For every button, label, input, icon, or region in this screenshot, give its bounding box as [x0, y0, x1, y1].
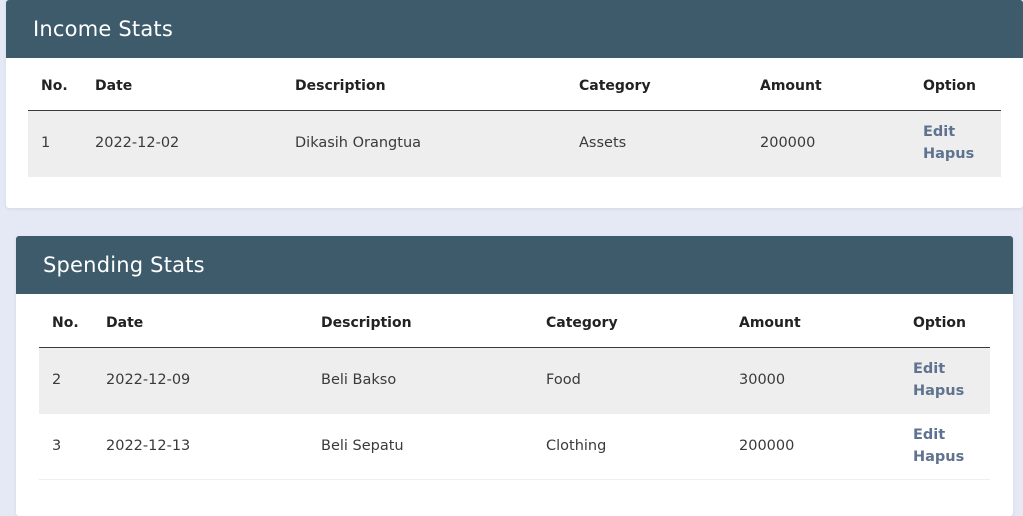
cell-amount: 30000 — [726, 347, 900, 414]
col-header-description: Description — [308, 300, 533, 348]
table-header-row: No. Date Description Category Amount Opt… — [28, 63, 1001, 111]
cell-date: 2022-12-02 — [82, 110, 282, 177]
edit-link[interactable]: Edit — [913, 358, 990, 380]
cell-no: 2 — [39, 347, 93, 414]
delete-link[interactable]: Hapus — [923, 143, 1001, 165]
col-header-no: No. — [28, 63, 82, 111]
cell-category: Assets — [566, 110, 747, 177]
cell-no: 1 — [28, 110, 82, 177]
cell-amount: 200000 — [747, 110, 910, 177]
edit-link[interactable]: Edit — [923, 121, 1001, 143]
col-header-date: Date — [93, 300, 308, 348]
cell-category: Food — [533, 347, 726, 414]
table-header-row: No. Date Description Category Amount Opt… — [39, 300, 990, 348]
cell-no: 3 — [39, 413, 93, 480]
col-header-option: Option — [900, 300, 990, 348]
col-header-amount: Amount — [747, 63, 910, 111]
cell-date: 2022-12-09 — [93, 347, 308, 414]
edit-link[interactable]: Edit — [913, 424, 990, 446]
col-header-category: Category — [566, 63, 747, 111]
delete-link[interactable]: Hapus — [913, 446, 990, 468]
cell-description: Beli Sepatu — [308, 413, 533, 480]
col-header-option: Option — [910, 63, 1001, 111]
cell-category: Clothing — [533, 413, 726, 480]
income-table: No. Date Description Category Amount Opt… — [28, 63, 1001, 177]
col-header-amount: Amount — [726, 300, 900, 348]
spending-stats-title: Spending Stats — [16, 236, 1013, 294]
income-stats-title: Income Stats — [6, 0, 1023, 58]
cell-description: Dikasih Orangtua — [282, 110, 566, 177]
table-row: 3 2022-12-13 Beli Sepatu Clothing 200000… — [39, 413, 990, 480]
col-header-description: Description — [282, 63, 566, 111]
income-stats-card: Income Stats No. Date Description Catego… — [6, 0, 1023, 208]
table-row: 2 2022-12-09 Beli Bakso Food 30000 Edit … — [39, 347, 990, 414]
col-header-category: Category — [533, 300, 726, 348]
cell-amount: 200000 — [726, 413, 900, 480]
cell-description: Beli Bakso — [308, 347, 533, 414]
delete-link[interactable]: Hapus — [913, 380, 990, 402]
cell-date: 2022-12-13 — [93, 413, 308, 480]
cell-option: Edit Hapus — [910, 110, 1001, 177]
spending-stats-card: Spending Stats No. Date Description Cate… — [16, 236, 1013, 516]
col-header-date: Date — [82, 63, 282, 111]
cell-option: Edit Hapus — [900, 413, 990, 480]
spending-table: No. Date Description Category Amount Opt… — [39, 300, 990, 480]
col-header-no: No. — [39, 300, 93, 348]
cell-option: Edit Hapus — [900, 347, 990, 414]
table-row: 1 2022-12-02 Dikasih Orangtua Assets 200… — [28, 110, 1001, 177]
